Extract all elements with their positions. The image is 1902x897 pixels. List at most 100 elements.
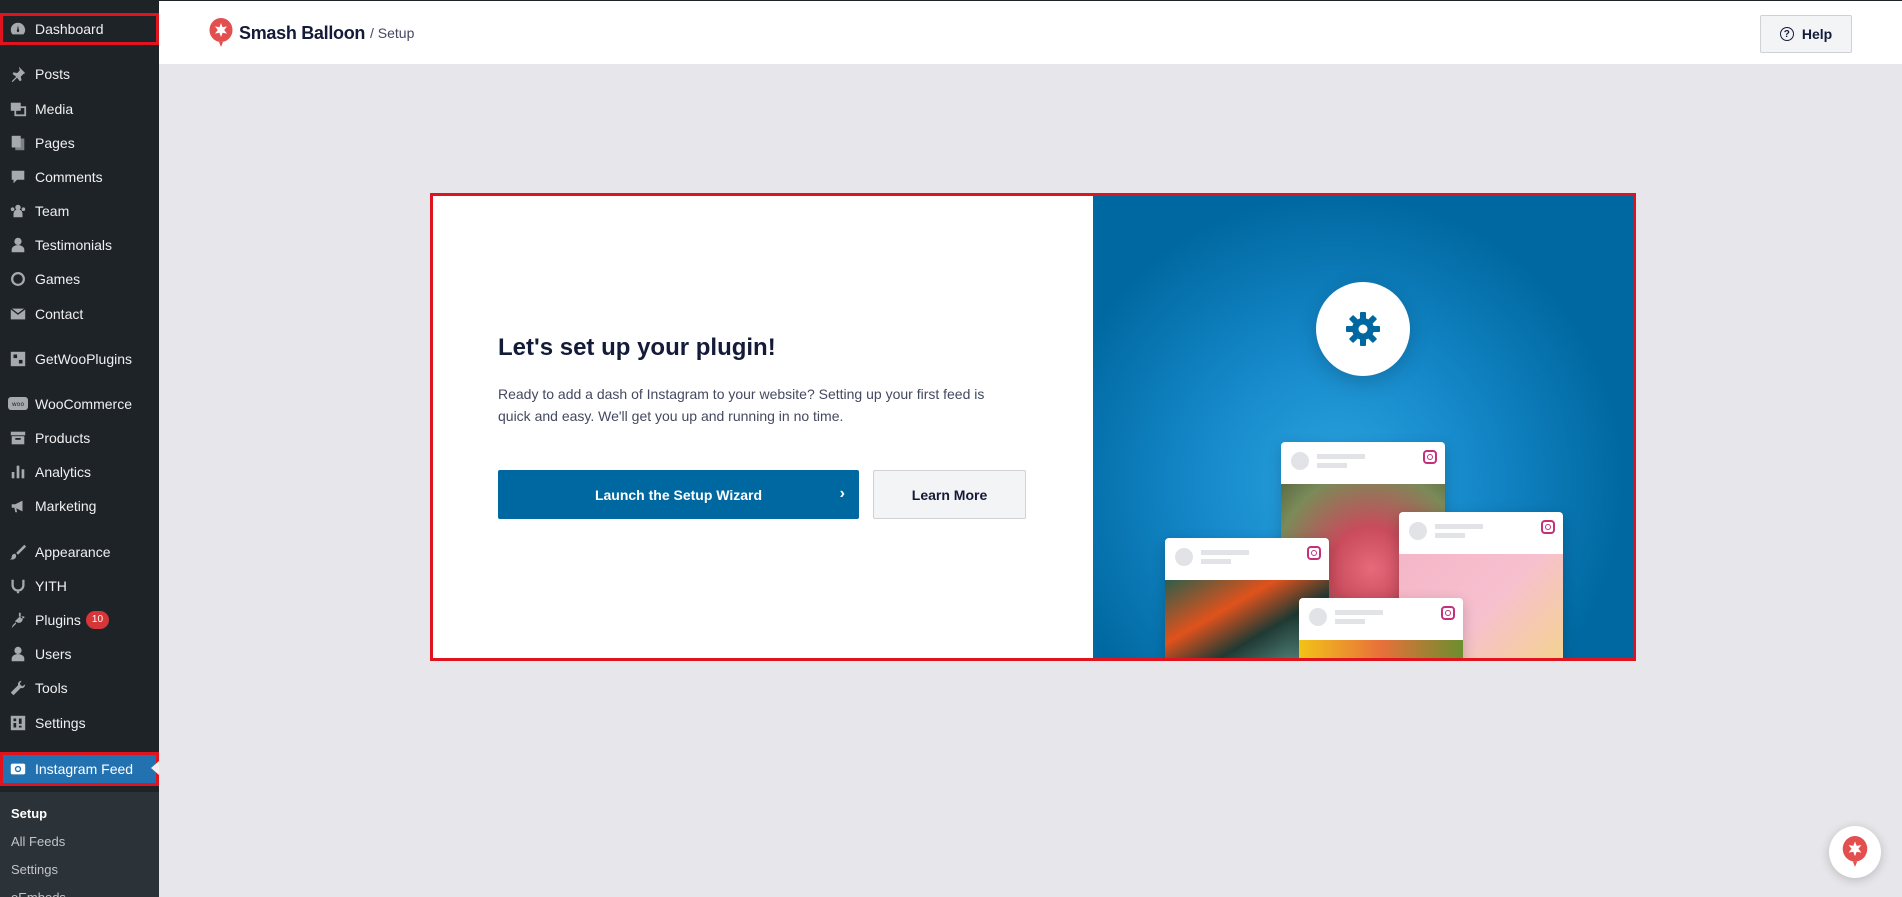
pages-icon: [8, 133, 28, 153]
submenu-item-oembeds[interactable]: oEmbeds: [11, 890, 66, 897]
sidebar-item-label: Posts: [35, 66, 71, 82]
user-icon: [8, 644, 28, 664]
yith-icon: [8, 576, 28, 596]
learn-more-button[interactable]: Learn More: [873, 470, 1026, 519]
dashboard-icon: [8, 19, 28, 39]
megaphone-icon: [8, 496, 28, 516]
circle-icon: [8, 269, 28, 289]
instagram-post-card: [1299, 598, 1463, 658]
mail-icon: [8, 304, 28, 324]
sidebar-item-contact[interactable]: Contact: [0, 298, 159, 330]
instagram-feed-submenu: Setup All Feeds Settings oEmbeds: [0, 792, 159, 897]
brand-name: Smash Balloon: [239, 22, 366, 43]
sidebar-item-games[interactable]: Games: [0, 263, 159, 295]
gear-badge: [1316, 282, 1410, 376]
submenu-item-setup[interactable]: Setup: [11, 806, 47, 821]
sidebar-item-label: Users: [35, 646, 72, 662]
text-line-placeholder: [1317, 454, 1365, 459]
sidebar-item-label: GetWooPlugins: [35, 351, 133, 367]
sidebar-item-products[interactable]: Products: [0, 422, 159, 454]
sidebar-item-label: Pages: [35, 135, 75, 151]
setup-description: Ready to add a dash of Instagram to your…: [498, 386, 985, 424]
sidebar-item-label: Plugins: [35, 612, 81, 628]
sidebar-item-users[interactable]: Users: [0, 638, 159, 670]
camera-icon: [8, 759, 28, 779]
breadcrumb: / Setup: [370, 25, 415, 41]
learn-more-label: Learn More: [911, 486, 988, 503]
grid-icon: [8, 349, 28, 369]
sidebar-item-label: WooCommerce: [35, 396, 132, 412]
comment-icon: [8, 167, 28, 187]
balloon-icon: [209, 18, 233, 47]
sidebar-item-yith[interactable]: YITH: [0, 570, 159, 602]
svg-text:woo: woo: [12, 401, 25, 408]
avatar-placeholder: [1409, 522, 1427, 540]
sidebar-item-label: Dashboard: [35, 21, 104, 37]
setup-title: Let's set up your plugin!: [498, 334, 776, 361]
current-menu-arrow: [151, 761, 159, 775]
sidebar-item-marketing[interactable]: Marketing: [0, 490, 159, 522]
sidebar-item-comments[interactable]: Comments: [0, 161, 159, 193]
settings-icon: [8, 713, 28, 733]
submenu-item-all-feeds[interactable]: All Feeds: [11, 834, 65, 849]
sidebar-item-posts[interactable]: Posts: [0, 58, 159, 90]
sidebar-item-label: Marketing: [35, 498, 97, 514]
sidebar-item-media[interactable]: Media: [0, 93, 159, 125]
help-button[interactable]: ? Help: [1760, 15, 1852, 53]
instagram-icon: [1423, 450, 1437, 464]
plugin-header: Smash Balloon / Setup ? Help: [159, 0, 1902, 64]
balloon-icon: [1842, 836, 1868, 867]
sidebar-item-label: YITH: [35, 578, 67, 594]
wrench-icon: [8, 678, 28, 698]
post-image: [1299, 640, 1463, 658]
sidebar-item-analytics[interactable]: Analytics: [0, 456, 159, 488]
instagram-icon: [1441, 606, 1455, 620]
sidebar-item-pages[interactable]: Pages: [0, 127, 159, 159]
help-label: Help: [1801, 26, 1833, 42]
sidebar-item-woocommerce[interactable]: woo WooCommerce: [0, 388, 159, 420]
sidebar-item-appearance[interactable]: Appearance: [0, 536, 159, 568]
sidebar-item-settings[interactable]: Settings: [0, 707, 159, 739]
sidebar-item-plugins[interactable]: Plugins 10: [0, 604, 159, 636]
setup-card: Let's set up your plugin! Ready to add a…: [430, 193, 1636, 661]
admin-sidebar: Dashboard Posts Media Pages Comments Tea…: [0, 0, 159, 897]
text-line-placeholder: [1201, 559, 1231, 564]
sidebar-item-getwooplugins[interactable]: GetWooPlugins: [0, 343, 159, 375]
sidebar-item-label: Settings: [35, 715, 86, 731]
sidebar-item-label: Testimonials: [35, 237, 113, 253]
sidebar-item-instagram-feed[interactable]: Instagram Feed: [0, 752, 159, 786]
archive-icon: [8, 428, 28, 448]
submenu-item-settings[interactable]: Settings: [11, 862, 58, 877]
text-line-placeholder: [1435, 533, 1465, 538]
sidebar-item-dashboard[interactable]: Dashboard: [0, 13, 159, 45]
sidebar-item-label: Games: [35, 271, 81, 287]
text-line-placeholder: [1435, 524, 1483, 529]
avatar-placeholder: [1291, 452, 1309, 470]
sidebar-item-label: Tools: [35, 680, 68, 696]
instagram-icon: [1307, 546, 1321, 560]
team-icon: [8, 201, 28, 221]
setup-card-content: Let's set up your plugin! Ready to add a…: [433, 196, 1093, 658]
sidebar-item-testimonials[interactable]: Testimonials: [0, 229, 159, 261]
bar-chart-icon: [8, 462, 28, 482]
sidebar-item-team[interactable]: Team: [0, 195, 159, 227]
sidebar-item-label: Instagram Feed: [35, 761, 134, 777]
plugins-update-badge: 10: [85, 611, 110, 629]
pin-icon: [8, 64, 28, 84]
sidebar-item-tools[interactable]: Tools: [0, 672, 159, 704]
question-icon: ?: [1779, 27, 1794, 41]
sidebar-item-label: Media: [35, 101, 74, 117]
setup-illustration: [1093, 196, 1633, 658]
woo-icon: woo: [8, 394, 28, 414]
person-icon: [8, 235, 28, 255]
text-line-placeholder: [1317, 463, 1347, 468]
chevron-right-icon: ›: [839, 485, 845, 502]
sidebar-item-label: Products: [35, 430, 91, 446]
media-icon: [8, 99, 28, 119]
smash-balloon-logo[interactable]: Smash Balloon: [209, 18, 365, 48]
instagram-icon: [1541, 520, 1555, 534]
sidebar-item-label: Appearance: [35, 544, 111, 560]
launch-setup-wizard-button[interactable]: Launch the Setup Wizard ›: [498, 470, 859, 519]
text-line-placeholder: [1201, 550, 1249, 555]
smash-balloon-help-bubble[interactable]: [1829, 826, 1881, 878]
